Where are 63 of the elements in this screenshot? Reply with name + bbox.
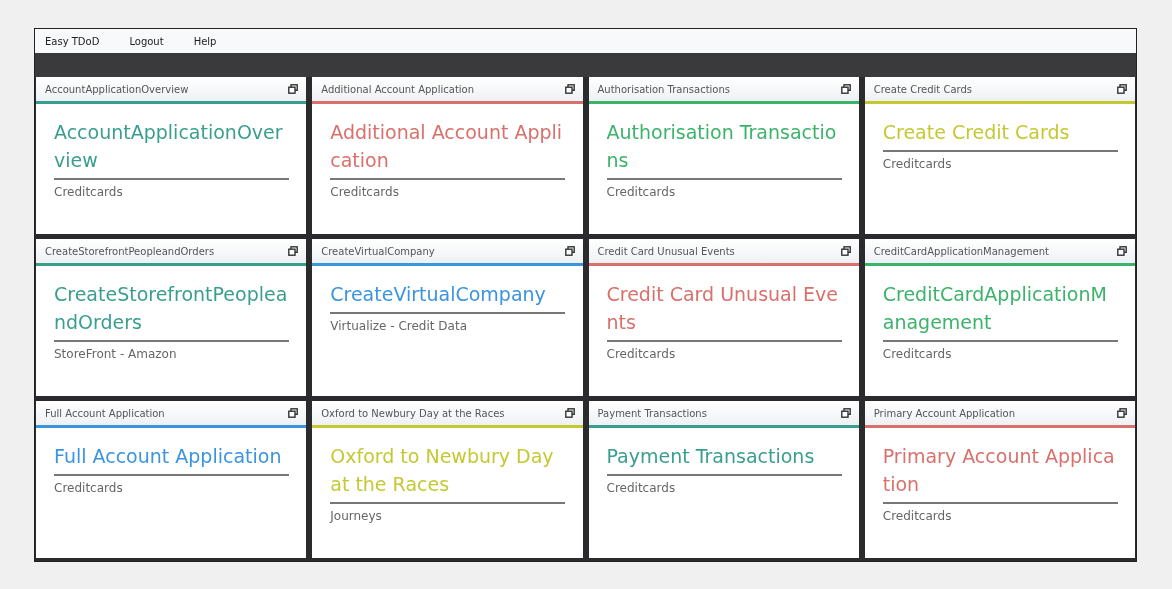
- menu-item[interactable]: Help: [193, 35, 217, 47]
- card-title: Primary Account Application: [882, 442, 1118, 504]
- restore-window-icon[interactable]: [840, 246, 851, 256]
- card-header-title: CreateStorefrontPeopleandOrders: [45, 245, 215, 257]
- restore-window-icon[interactable]: [564, 84, 575, 94]
- card-title: CreditCardApplicationManagement: [882, 280, 1118, 342]
- card-subtitle: Creditcards: [882, 347, 953, 361]
- card-title: Credit Card Unusual Events: [606, 280, 842, 342]
- tile-card[interactable]: Payment Transactions Payment Transactions Creditcards: [588, 401, 859, 558]
- card-subtitle: Virtualize - Credit Data: [330, 319, 468, 333]
- card-subtitle: Creditcards: [54, 185, 124, 199]
- card-subtitle: Creditcards: [882, 509, 953, 523]
- card-title: Additional Account Application: [330, 118, 566, 180]
- tile-card[interactable]: Additional Account Application Additional Account Application Creditcards: [312, 77, 583, 234]
- tile-card[interactable]: Full Account Application Full Account Application Creditcards: [36, 401, 307, 558]
- card-title: Create Credit Cards: [882, 118, 1118, 152]
- card-header-title: Primary Account Application: [873, 407, 1015, 419]
- tile-card[interactable]: Authorisation Transactions Authorisation Transactions Creditcards: [588, 77, 859, 234]
- card-header-title: Full Account Application: [45, 407, 165, 419]
- restore-window-icon[interactable]: [288, 408, 299, 418]
- restore-window-icon[interactable]: [1117, 246, 1127, 256]
- menu-item[interactable]: Logout: [129, 35, 164, 47]
- restore-window-icon[interactable]: [840, 84, 851, 94]
- restore-window-icon[interactable]: [1117, 84, 1127, 94]
- card-subtitle: Journeys: [330, 509, 383, 523]
- menu-item[interactable]: Easy TDoD: [45, 35, 100, 47]
- tile-card[interactable]: Oxford to Newbury Day at the Races Oxford to Newbury Day at the Races Journeys: [312, 401, 583, 558]
- tile-card[interactable]: Credit Card Unusual Events Credit Card Unusual Events Creditcards: [588, 239, 859, 396]
- card-subtitle: Creditcards: [54, 481, 124, 495]
- card-title: Authorisation Transactions: [606, 118, 842, 180]
- restore-window-icon[interactable]: [1117, 408, 1127, 418]
- card-header-title: Additional Account Application: [321, 83, 475, 95]
- card-header-title: AccountApplicationOverview: [45, 83, 189, 95]
- restore-window-icon[interactable]: [288, 246, 299, 256]
- card-subtitle: StoreFront - Amazon: [54, 347, 178, 361]
- card-header-title: CreateVirtualCompany: [321, 245, 435, 257]
- card-subtitle: Creditcards: [882, 157, 953, 171]
- tile-card[interactable]: Create Credit Cards Create Credit Cards Creditcards: [864, 77, 1135, 234]
- card-title: CreateVirtualCompany: [330, 280, 566, 314]
- tile-card[interactable]: CreditCardApplicationManagement CreditCardApplicationManagement Creditcards: [864, 239, 1135, 396]
- restore-window-icon[interactable]: [288, 84, 299, 94]
- card-subtitle: Creditcards: [606, 347, 677, 361]
- tile-card[interactable]: AccountApplicationOverview AccountApplicationOverview Creditcards: [36, 77, 307, 234]
- card-title: Payment Transactions: [606, 442, 842, 476]
- card-header-title: CreditCardApplicationManagement: [873, 245, 1049, 257]
- restore-window-icon[interactable]: [564, 408, 575, 418]
- card-header-title: Credit Card Unusual Events: [597, 245, 735, 257]
- tile-card[interactable]: CreateStorefrontPeopleandOrders CreateStorefrontPeopleandOrders StoreFront - Amazon: [36, 239, 307, 396]
- restore-window-icon[interactable]: [840, 408, 851, 418]
- tile-card[interactable]: Primary Account Application Primary Account Application Creditcards: [864, 401, 1135, 558]
- card-subtitle: Creditcards: [606, 185, 677, 199]
- tile-card[interactable]: CreateVirtualCompany CreateVirtualCompany Virtualize - Credit Data: [312, 239, 583, 396]
- card-header-title: Authorisation Transactions: [597, 83, 731, 95]
- card-title: CreateStorefrontPeopleandOrders: [54, 280, 289, 342]
- card-title: Full Account Application: [54, 442, 289, 476]
- card-header-title: Payment Transactions: [597, 407, 707, 419]
- card-subtitle: Creditcards: [330, 185, 400, 199]
- restore-window-icon[interactable]: [564, 246, 575, 256]
- card-header-title: Create Credit Cards: [873, 83, 972, 95]
- card-title: AccountApplicationOverview: [54, 118, 289, 180]
- card-subtitle: Creditcards: [606, 481, 677, 495]
- card-title: Oxford to Newbury Day at the Races: [330, 442, 566, 504]
- card-header-title: Oxford to Newbury Day at the Races: [321, 407, 505, 419]
